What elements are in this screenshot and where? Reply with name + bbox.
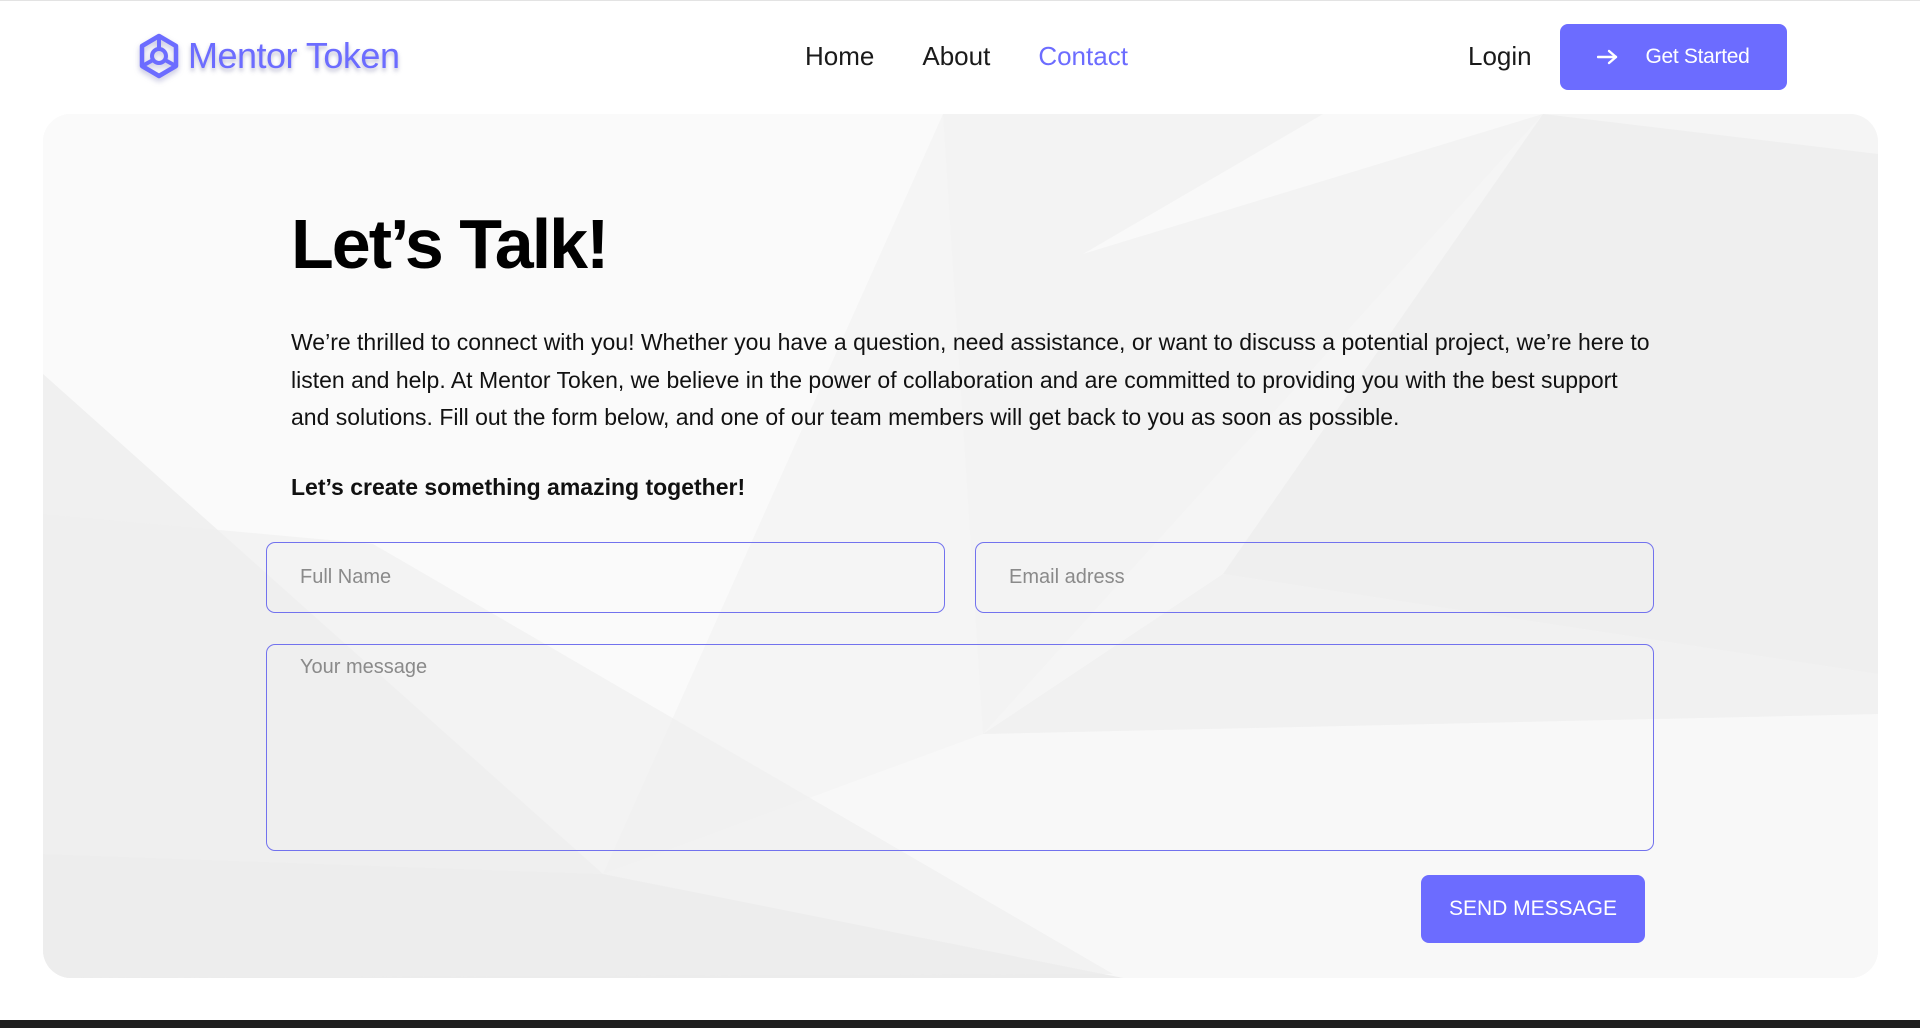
contact-panel: Let’s Talk! We’re thrilled to connect wi… <box>43 114 1878 978</box>
nav-item-contact[interactable]: Contact <box>1038 41 1128 72</box>
site-header: Mentor Token Home About Contact Login Ge… <box>0 0 1920 112</box>
login-link[interactable]: Login <box>1468 41 1532 72</box>
email-input[interactable] <box>975 542 1654 613</box>
get-started-button[interactable]: Get Started <box>1560 24 1787 90</box>
hexagon-logo-icon <box>139 33 179 79</box>
message-textarea[interactable] <box>266 644 1654 851</box>
nav-item-home[interactable]: Home <box>805 41 874 72</box>
nav-item-about[interactable]: About <box>922 41 990 72</box>
brand-logo-link[interactable]: Mentor Token <box>137 33 400 79</box>
contact-content: Let’s Talk! We’re thrilled to connect wi… <box>43 114 1878 978</box>
brand-name: Mentor Token <box>188 35 400 76</box>
tagline: Let’s create something amazing together! <box>291 474 746 500</box>
arrow-right-icon <box>1597 49 1618 65</box>
intro-paragraph: We’re thrilled to connect with you! Whet… <box>291 329 1650 430</box>
send-message-button[interactable]: SEND MESSAGE <box>1421 875 1645 943</box>
full-name-input[interactable] <box>266 542 945 613</box>
page-title: Let’s Talk! <box>291 205 609 283</box>
get-started-label: Get Started <box>1645 45 1750 68</box>
page: Mentor Token Home About Contact Login Ge… <box>0 0 1920 1028</box>
footer-edge <box>0 1020 1920 1028</box>
main-nav: Home About Contact <box>805 41 1128 72</box>
